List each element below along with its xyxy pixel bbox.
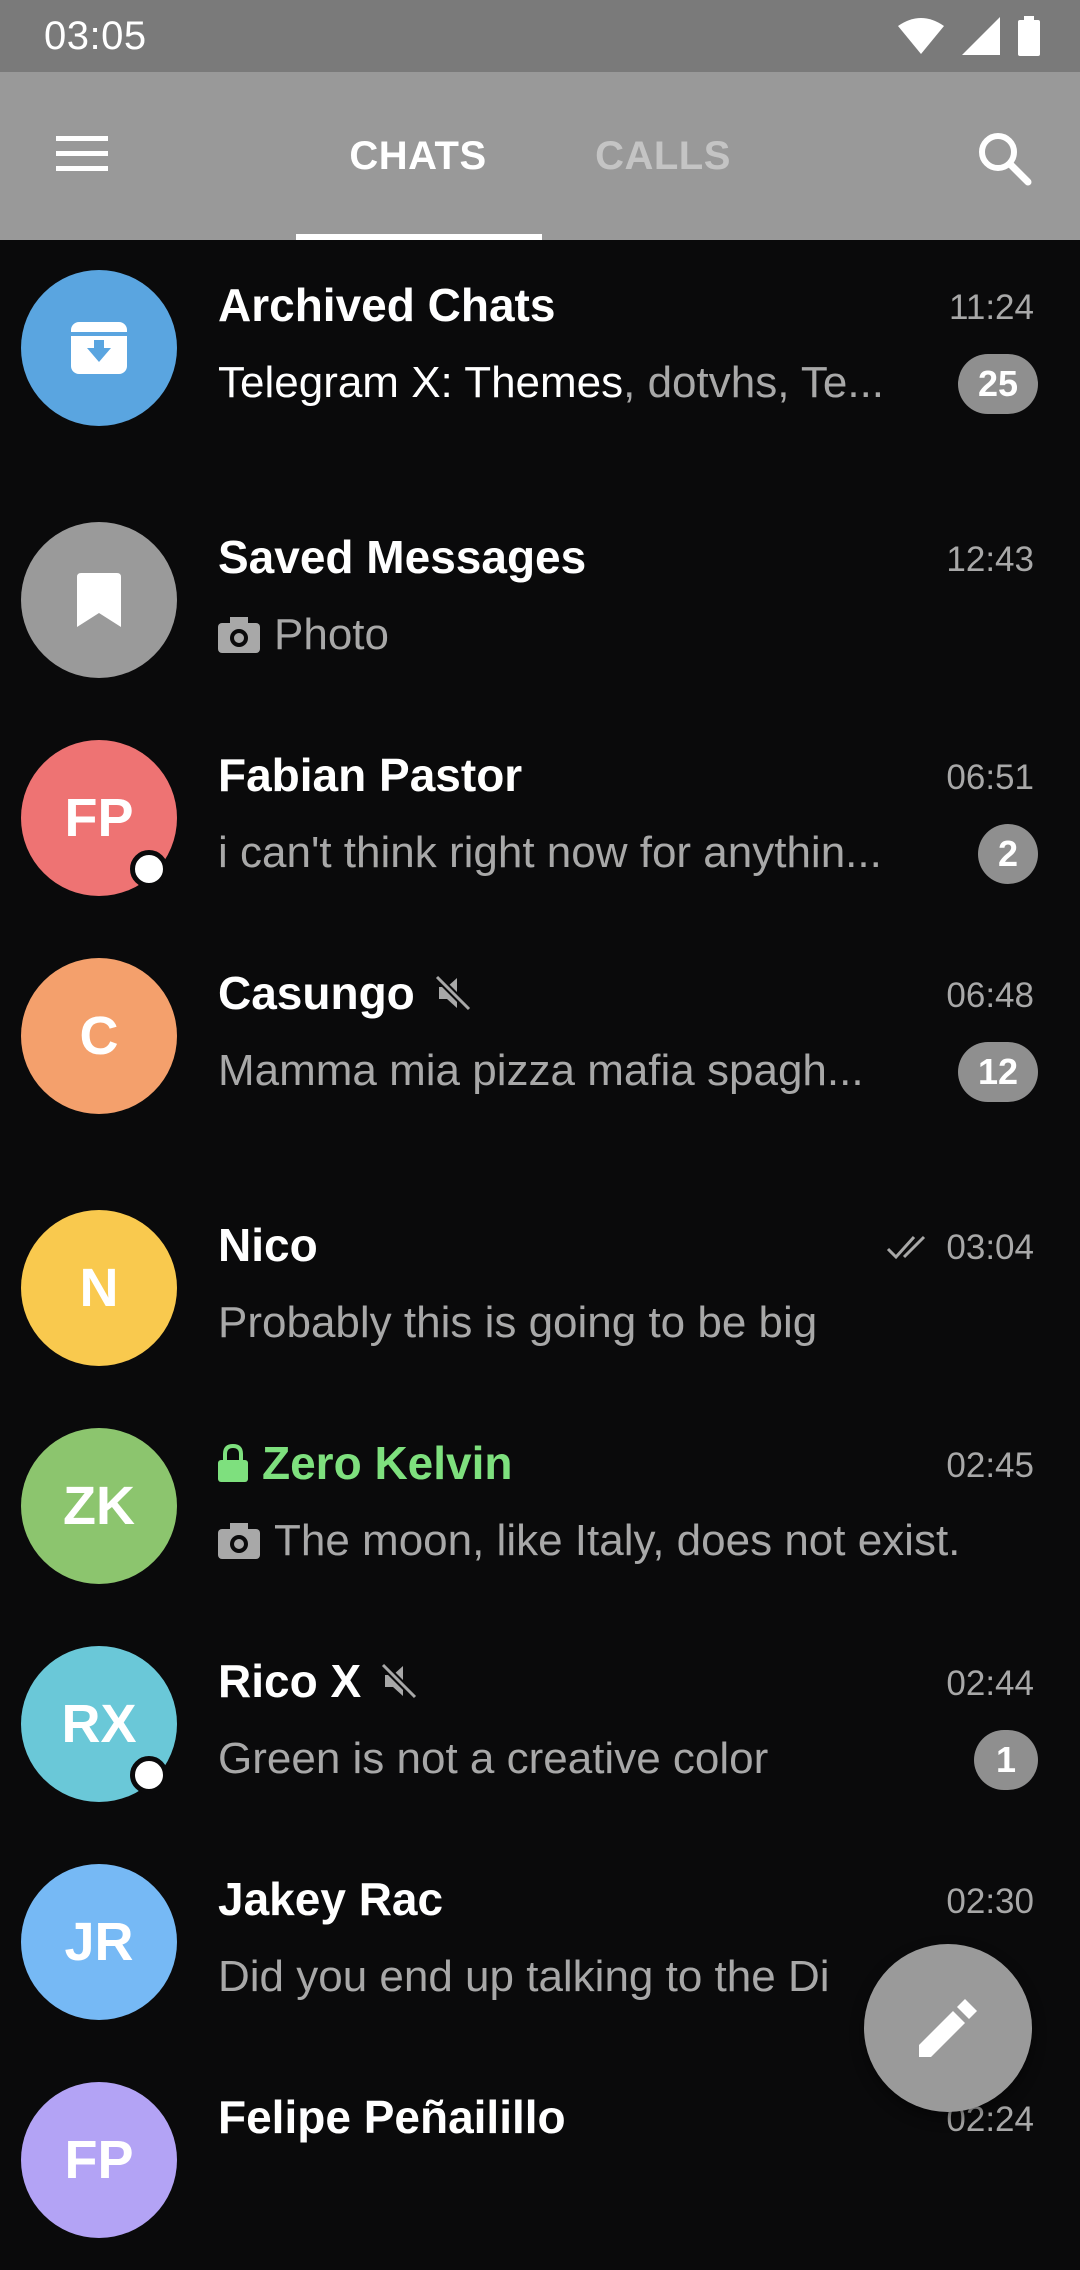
muted-icon <box>434 974 472 1012</box>
archive-icon <box>71 322 127 374</box>
search-icon[interactable] <box>974 128 1034 188</box>
unread-badge: 25 <box>958 354 1038 414</box>
pencil-icon <box>919 1999 977 2057</box>
tab-calls[interactable]: CALLS <box>541 72 785 240</box>
chat-preview: Probably this is going to be big <box>218 1298 818 1347</box>
avatar <box>21 522 177 678</box>
chat-preview: Mamma mia pizza mafia spagh... <box>218 1046 864 1095</box>
chat-row-archived[interactable]: Archived Chats 11:24 Telegram X: Themes,… <box>0 240 1080 458</box>
chat-time: 03:04 <box>886 1228 1034 1268</box>
chat-row[interactable]: RX Rico X 02:44 Green is not a creative … <box>0 1616 1080 1834</box>
chat-name: Jakey Rac <box>218 1873 444 1925</box>
chat-name: Archived Chats <box>218 279 556 331</box>
chat-time: 11:24 <box>949 288 1034 327</box>
chat-row[interactable]: C Casungo 06:48 Mamma mia pizza mafia sp… <box>0 928 1080 1146</box>
chat-preview: Telegram X: Themes, dotvhs, Te... <box>218 358 885 407</box>
chat-preview: The moon, like Italy, does not exist. <box>218 1516 1048 1566</box>
chat-time: 02:30 <box>946 1882 1034 1921</box>
avatar: C <box>21 958 177 1114</box>
chat-preview: i can't think right now for anythin... <box>218 828 882 877</box>
avatar: FP <box>21 2082 177 2238</box>
chat-row[interactable]: FP Fabian Pastor 06:51 i can't think rig… <box>0 710 1080 928</box>
chat-time: 12:43 <box>946 540 1034 579</box>
muted-icon <box>380 1662 418 1700</box>
avatar: N <box>21 1210 177 1366</box>
wifi-icon <box>898 18 944 54</box>
unread-badge: 12 <box>958 1042 1038 1102</box>
tab-calls-label: CALLS <box>595 133 731 178</box>
status-time: 03:05 <box>44 14 147 58</box>
tab-chats-label: CHATS <box>349 133 487 178</box>
chat-preview: Photo <box>218 610 918 660</box>
menu-icon[interactable] <box>52 132 112 176</box>
camera-icon <box>218 617 260 653</box>
chat-time: 02:45 <box>946 1446 1034 1485</box>
bookmark-icon <box>77 573 121 627</box>
status-bar: 03:05 <box>0 0 1080 72</box>
chat-name: Nico <box>218 1219 318 1271</box>
battery-icon <box>1018 16 1040 56</box>
compose-button[interactable] <box>864 1944 1032 2112</box>
signal-icon <box>962 17 1000 55</box>
avatar <box>21 270 177 426</box>
online-indicator <box>130 850 168 888</box>
tab-chats[interactable]: CHATS <box>296 72 540 240</box>
chat-name: Felipe Peñailillo <box>218 2091 566 2143</box>
camera-icon <box>218 1523 260 1559</box>
chat-name: Rico X <box>218 1654 419 1708</box>
online-indicator <box>130 1756 168 1794</box>
chat-name: Fabian Pastor <box>218 749 523 801</box>
lock-icon <box>218 1444 248 1482</box>
double-check-icon <box>887 1235 926 1260</box>
chat-preview: Green is not a creative color <box>218 1734 769 1783</box>
chat-time: 06:48 <box>946 976 1034 1015</box>
avatar: ZK <box>21 1428 177 1584</box>
chat-time: 06:51 <box>946 758 1034 797</box>
chat-row[interactable]: N Nico 03:04 Probably this is going to b… <box>0 1180 1080 1398</box>
unread-badge: 1 <box>974 1730 1038 1790</box>
chat-row[interactable]: ZK Zero Kelvin 02:45 The moon, like Ital… <box>0 1398 1080 1616</box>
chat-row-saved[interactable]: Saved Messages 12:43 Photo <box>0 492 1080 710</box>
status-icons <box>898 16 1040 56</box>
chat-time: 02:44 <box>946 1664 1034 1703</box>
chat-name: Zero Kelvin <box>218 1436 513 1490</box>
app-bar: CHATS CALLS <box>0 72 1080 240</box>
chat-name: Casungo <box>218 966 473 1020</box>
chat-name: Saved Messages <box>218 531 587 583</box>
unread-badge: 2 <box>978 824 1038 884</box>
chat-preview: Did you end up talking to the Di <box>218 1952 830 2001</box>
avatar: JR <box>21 1864 177 2020</box>
